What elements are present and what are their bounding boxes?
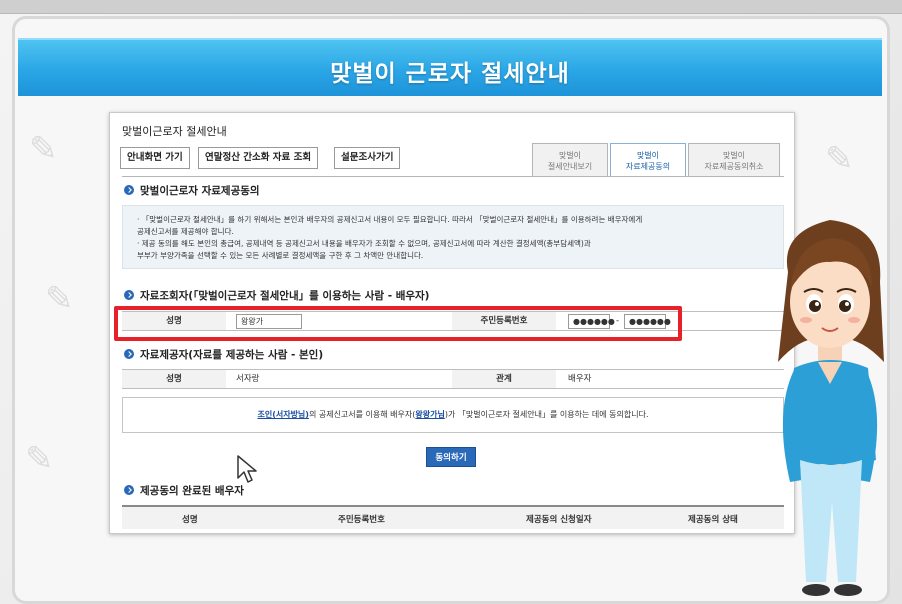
chevron-right-icon: [124, 349, 134, 359]
section-heading-text: 자료제공자(자료를 제공하는 사람 - 본인): [140, 349, 324, 361]
pencil-deco-icon: ✎: [29, 129, 58, 169]
section-heading-completed: 제공동의 완료된 배우자: [124, 483, 244, 498]
presenter-character-icon: [778, 220, 884, 596]
name-label: 성명: [122, 370, 226, 388]
self-name-link[interactable]: 조인(서자방님): [257, 410, 308, 419]
tab-data-consent[interactable]: 맞벌이 자료제공동의: [610, 143, 686, 177]
tab-label: 자료제공동의취소: [704, 162, 764, 171]
guide-page-button[interactable]: 안내화면 가기: [120, 147, 190, 169]
tab-label: 맞벌이: [722, 151, 746, 160]
completed-table-header: 성명 주민등록번호 제공동의 신청일자 제공동의 상태: [122, 505, 784, 529]
relation-value: 배우자: [568, 374, 592, 384]
provider-name: 서자랑: [236, 374, 260, 384]
section-heading-consent: 맞벌이근로자 자료제공동의: [124, 183, 260, 198]
tab-divider: [122, 176, 784, 177]
chevron-right-icon: [124, 290, 134, 300]
highlight-box: [114, 306, 682, 341]
pencil-deco-icon: ✎: [825, 139, 854, 179]
tab-label: 맞벌이: [558, 151, 582, 160]
section-heading-viewer: 자료조회자(「맞벌이근로자 절세안내」를 이용하는 사람 - 배우자): [124, 288, 429, 303]
chevron-right-icon: [124, 485, 134, 495]
tab-savings-guide[interactable]: 맞벌이 절세안내보기: [532, 143, 608, 177]
screen-title: 맞벌이근로자 절세안내: [122, 125, 227, 138]
tab-label: 자료제공동의: [625, 162, 671, 171]
mouse-cursor-icon: [237, 455, 257, 483]
column-header: 성명: [182, 515, 198, 525]
section-heading-text: 맞벌이근로자 자료제공동의: [140, 185, 260, 197]
pencil-deco-icon: ✎: [25, 439, 54, 479]
notice-text: 공제신고서를 제공해야 합니다.: [137, 227, 234, 236]
banner-title: 맞벌이 근로자 절세안내: [330, 61, 570, 87]
notice-text: 부부가 부양가족을 선택할 수 있는 모든 사례별로 결정세액을 구한 후 그 …: [137, 251, 424, 260]
spouse-name-link[interactable]: 왕왕가님: [415, 410, 444, 419]
consent-text: )가 「맞벌이근로자 절세안내」를 이용하는 데에 동의합니다.: [444, 410, 649, 419]
tab-consent-cancel[interactable]: 맞벌이 자료제공동의취소: [688, 143, 780, 177]
pencil-deco-icon: ✎: [45, 279, 74, 319]
top-strip: [0, 0, 902, 14]
column-header: 제공동의 신청일자: [526, 515, 592, 525]
simplified-data-button[interactable]: 연말정산 간소화 자료 조회: [198, 147, 319, 169]
section-heading-provider: 자료제공자(자료를 제공하는 사람 - 본인): [124, 347, 323, 362]
chevron-right-icon: [124, 185, 134, 195]
provider-info-row: 성명 서자랑 관계 배우자: [122, 369, 784, 389]
tab-label: 맞벌이: [636, 151, 660, 160]
column-header: 주민등록번호: [338, 515, 385, 525]
consent-text: 의 공제신고서를 이용해 배우자(: [308, 410, 416, 419]
consent-statement: 조인(서자방님)의 공제신고서를 이용해 배우자(왕왕가님)가 「맞벌이근로자 …: [122, 397, 784, 433]
section-heading-text: 자료조회자(「맞벌이근로자 절세안내」를 이용하는 사람 - 배우자): [140, 290, 430, 302]
tab-label: 절세안내보기: [547, 162, 593, 171]
survey-button[interactable]: 설문조사가기: [334, 147, 401, 169]
relation-label: 관계: [452, 370, 556, 388]
notice-text: · 「맞벌이근로자 절세안내」를 하기 위해서는 본인과 배우자의 공제신고서 …: [137, 215, 643, 224]
section-heading-text: 제공동의 완료된 배우자: [140, 485, 244, 497]
column-header: 제공동의 상태: [688, 515, 738, 525]
title-banner: 맞벌이 근로자 절세안내: [18, 38, 882, 96]
notice-box: · 「맞벌이근로자 절세안내」를 하기 위해서는 본인과 배우자의 공제신고서 …: [122, 205, 784, 269]
agree-button[interactable]: 동의하기: [426, 447, 476, 467]
notice-text: · 제공 동의를 해도 본인의 총급여, 공제내역 등 공제신고서 내용을 배우…: [137, 239, 591, 248]
